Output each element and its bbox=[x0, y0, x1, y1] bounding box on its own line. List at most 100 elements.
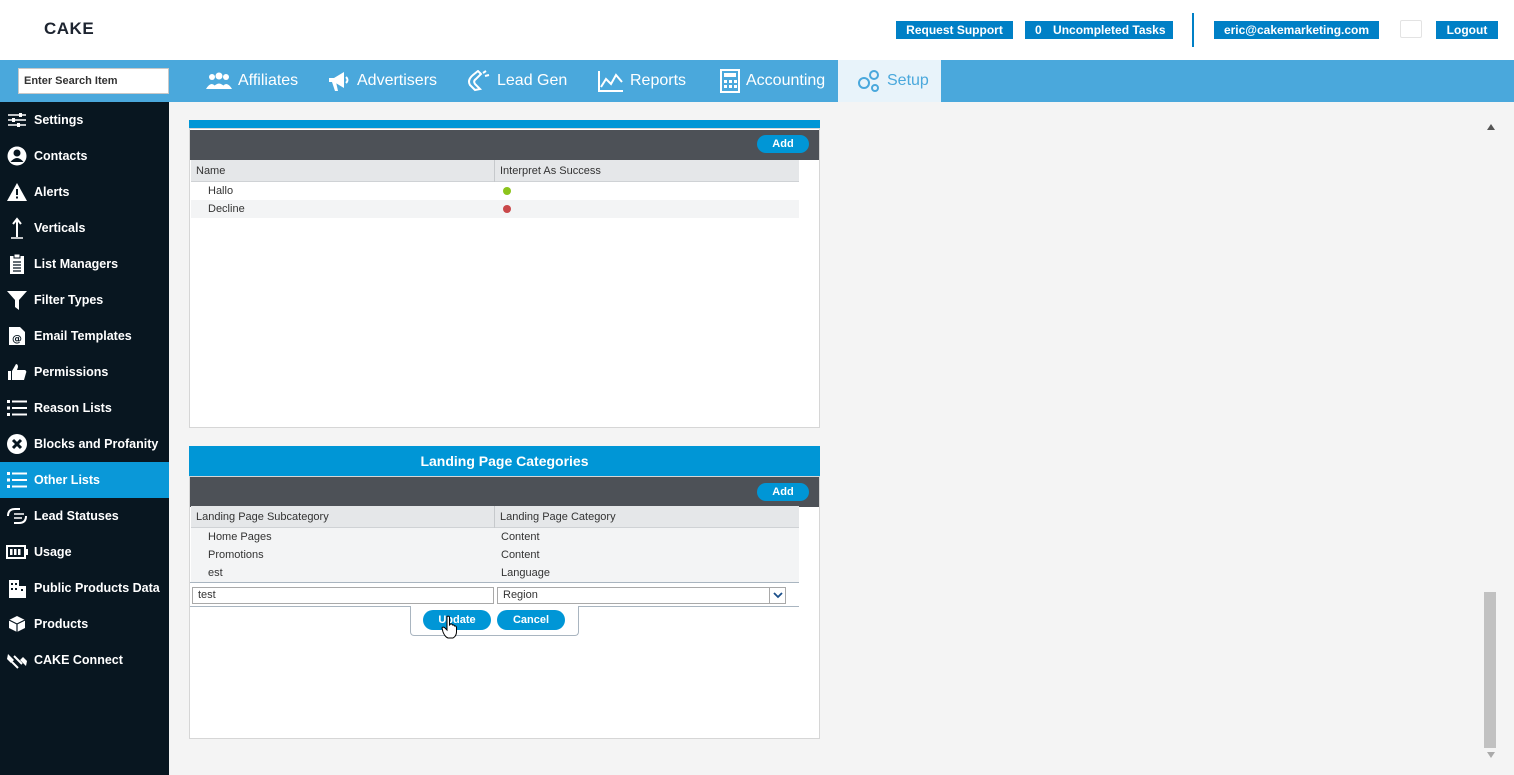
column-header-interpret-as-success[interactable]: Interpret As Success bbox=[500, 165, 601, 177]
clipboard-icon bbox=[0, 254, 34, 274]
sidebar-item-usage[interactable]: Usage bbox=[0, 534, 169, 570]
tasks-count: 0 bbox=[1035, 23, 1042, 37]
scroll-down-icon[interactable] bbox=[1487, 752, 1495, 758]
sidebar-item-verticals[interactable]: Verticals bbox=[0, 210, 169, 246]
panel-toolbar: Add bbox=[190, 477, 819, 507]
hand-cursor-icon bbox=[441, 615, 457, 639]
sidebar-item-filter-types[interactable]: Filter Types bbox=[0, 282, 169, 318]
tab-lead-gen[interactable]: Lead Gen bbox=[467, 60, 577, 102]
row-subcategory: est bbox=[208, 567, 223, 579]
sidebar-item-alerts[interactable]: Alerts bbox=[0, 174, 169, 210]
sidebar-item-contacts[interactable]: Contacts bbox=[0, 138, 169, 174]
category-select-value: Region bbox=[503, 589, 538, 601]
row-subcategory: Home Pages bbox=[208, 531, 272, 543]
sidebar-item-list-managers[interactable]: List Managers bbox=[0, 246, 169, 282]
sidebar-item-label: Other Lists bbox=[34, 473, 100, 487]
uncompleted-tasks-button[interactable]: 0 Uncompleted Tasks bbox=[1025, 21, 1173, 39]
cancel-button[interactable]: Cancel bbox=[497, 610, 565, 630]
tab-setup[interactable]: Setup bbox=[838, 60, 941, 102]
row-category: Content bbox=[501, 549, 540, 561]
tab-label: Setup bbox=[887, 72, 929, 89]
sidebar-item-public-products-data[interactable]: Public Products Data bbox=[0, 570, 169, 606]
tab-reports[interactable]: Reports bbox=[598, 60, 698, 102]
tab-label: Lead Gen bbox=[497, 72, 568, 89]
column-divider[interactable] bbox=[494, 506, 495, 528]
sidebar-item-lead-statuses[interactable]: Lead Statuses bbox=[0, 498, 169, 534]
calendar-icon[interactable] bbox=[1400, 20, 1422, 38]
column-header-subcategory[interactable]: Landing Page Subcategory bbox=[196, 511, 329, 523]
tab-label: Accounting bbox=[746, 72, 826, 89]
sidebar: Settings Contacts Alerts Verticals List … bbox=[0, 102, 169, 775]
failure-status-icon bbox=[503, 205, 511, 213]
logout-button[interactable]: Logout bbox=[1436, 21, 1498, 39]
user-email-button[interactable]: eric@cakemarketing.com bbox=[1214, 21, 1379, 39]
table-row[interactable]: Promotions Content bbox=[191, 546, 799, 564]
battery-icon bbox=[0, 545, 34, 559]
sidebar-item-label: List Managers bbox=[34, 257, 119, 271]
scroll-up-icon[interactable] bbox=[1487, 124, 1495, 130]
sidebar-item-label: CAKE Connect bbox=[34, 653, 123, 667]
table-row[interactable]: Home Pages Content bbox=[191, 528, 799, 546]
sidebar-item-settings[interactable]: Settings bbox=[0, 102, 169, 138]
row-category: Language bbox=[501, 567, 550, 579]
funnel-icon bbox=[0, 290, 34, 310]
request-support-button[interactable]: Request Support bbox=[896, 21, 1013, 39]
sidebar-item-email-templates[interactable]: @ Email Templates bbox=[0, 318, 169, 354]
tab-affiliates[interactable]: Affiliates bbox=[206, 60, 308, 102]
column-header-category[interactable]: Landing Page Category bbox=[500, 511, 616, 523]
category-select[interactable]: Region bbox=[497, 587, 786, 604]
column-divider[interactable] bbox=[494, 160, 495, 182]
sidebar-item-label: Contacts bbox=[34, 149, 88, 163]
tasks-label: Uncompleted Tasks bbox=[1053, 23, 1166, 37]
users-icon bbox=[206, 72, 232, 89]
search-input[interactable] bbox=[18, 68, 169, 94]
connect-icon bbox=[0, 650, 34, 670]
sliders-icon bbox=[0, 112, 34, 128]
sidebar-item-other-lists[interactable]: Other Lists bbox=[0, 462, 169, 498]
gears-icon bbox=[858, 70, 879, 92]
table-row[interactable]: Hallo bbox=[191, 182, 799, 200]
building-icon bbox=[0, 578, 34, 598]
sidebar-item-label: Blocks and Profanity bbox=[34, 437, 159, 451]
panel-title: Landing Page Categories bbox=[189, 446, 820, 476]
scrollbar-thumb[interactable] bbox=[1484, 592, 1496, 748]
sidebar-item-label: Filter Types bbox=[34, 293, 104, 307]
subcategory-edit-input[interactable]: test bbox=[192, 587, 494, 604]
chevron-down-icon[interactable] bbox=[769, 588, 785, 603]
sidebar-item-products[interactable]: Products bbox=[0, 606, 169, 642]
megaphone-icon bbox=[329, 72, 349, 91]
add-button[interactable]: Add bbox=[757, 483, 809, 501]
tab-accounting[interactable]: Accounting bbox=[720, 60, 835, 102]
sidebar-item-label: Lead Statuses bbox=[34, 509, 119, 523]
table-row[interactable]: est Language bbox=[191, 564, 799, 582]
add-button[interactable]: Add bbox=[757, 135, 809, 153]
tab-label: Advertisers bbox=[357, 72, 438, 89]
x-circle-icon bbox=[0, 434, 34, 454]
box-icon bbox=[0, 615, 34, 633]
table-header: Name Interpret As Success bbox=[191, 160, 799, 182]
sidebar-item-label: Permissions bbox=[34, 365, 109, 379]
sidebar-item-blocks-and-profanity[interactable]: Blocks and Profanity bbox=[0, 426, 169, 462]
list-icon bbox=[0, 399, 34, 417]
sidebar-item-label: Products bbox=[34, 617, 89, 631]
edit-popup: Update Cancel bbox=[410, 606, 579, 636]
svg-text:@: @ bbox=[12, 334, 22, 345]
email-template-icon: @ bbox=[0, 326, 34, 346]
row-subcategory: Promotions bbox=[208, 549, 264, 561]
magnet-icon bbox=[468, 70, 490, 92]
arrow-up-icon bbox=[0, 217, 34, 239]
top-header: CAKE Request Support 0 Uncompleted Tasks… bbox=[0, 0, 1514, 60]
chart-line-icon bbox=[598, 71, 623, 92]
row-category: Content bbox=[501, 531, 540, 543]
sidebar-item-label: Usage bbox=[34, 545, 72, 559]
tab-advertisers[interactable]: Advertisers bbox=[327, 60, 447, 102]
sidebar-item-cake-connect[interactable]: CAKE Connect bbox=[0, 642, 169, 678]
sidebar-item-label: Reason Lists bbox=[34, 401, 112, 415]
sidebar-item-permissions[interactable]: Permissions bbox=[0, 354, 169, 390]
table-row[interactable]: Decline bbox=[191, 200, 799, 218]
sidebar-item-label: Alerts bbox=[34, 185, 70, 199]
success-status-icon bbox=[503, 187, 511, 195]
sidebar-item-reason-lists[interactable]: Reason Lists bbox=[0, 390, 169, 426]
main-nav: Affiliates Advertisers Lead Gen Reports … bbox=[0, 60, 1514, 102]
column-header-name[interactable]: Name bbox=[196, 165, 225, 177]
